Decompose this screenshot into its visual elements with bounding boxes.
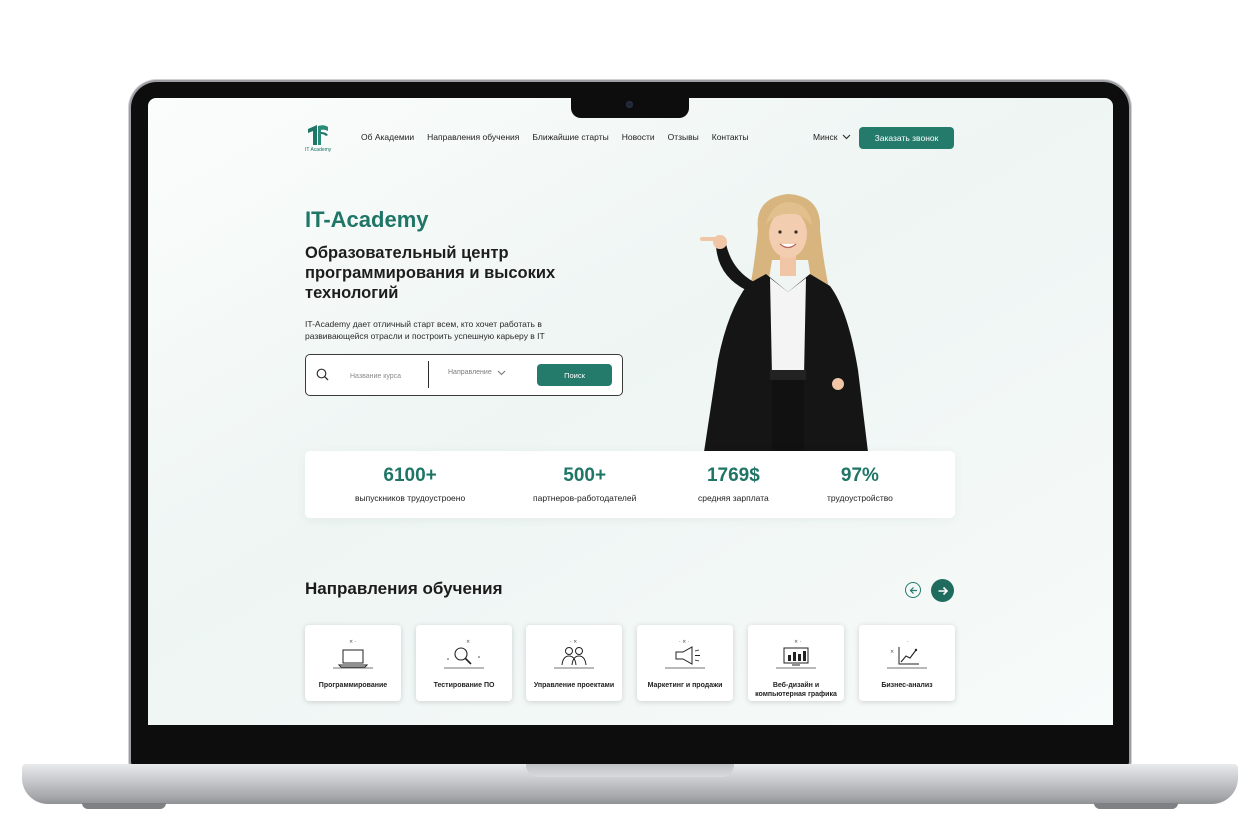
search-icon [316,368,329,381]
nav-item-starts[interactable]: Ближайшие старты [532,132,608,142]
chevron-down-icon [842,134,850,140]
stat-label: средняя зарплата [698,493,769,503]
nav-item-contacts[interactable]: Контакты [712,132,749,142]
hero-title: Образовательный центр программирования и… [305,244,556,302]
nav-item-about[interactable]: Об Академии [361,132,414,142]
svg-text:×: × [890,649,894,655]
stat-value: 500+ [563,465,607,486]
stat-graduates: 6100+ выпускников трудоустроено [355,465,465,503]
svg-text:× ·: × · [794,639,802,645]
direction-card-label: Маркетинг и продажи [647,682,723,689]
city-label: Минск [813,132,838,142]
svg-text:· ×: · × [570,639,577,645]
direction-card-project-management[interactable]: · × Управление проектами [526,625,622,701]
stat-value: 97% [840,465,879,486]
direction-card-label: Управление проектами [533,682,615,689]
svg-text:·: · [907,639,909,645]
laptop-icon: × · [333,639,373,669]
chevron-down-icon [497,370,506,375]
direction-select-label: Направление [448,369,492,376]
megaphone-icon: · × · [665,639,705,669]
laptop-foot-right [1094,803,1178,809]
directions-title: Направления обучения [305,579,503,598]
growth-chart-icon: · × [887,639,927,669]
direction-card-marketing[interactable]: · × · Маркетинг и продажи [637,625,733,701]
stat-label: трудоустройство [827,493,893,503]
nav-item-reviews[interactable]: Отзывы [668,132,699,142]
direction-select[interactable]: Направление [448,369,506,376]
stat-salary: 1769$ средняя зарплата [698,465,769,503]
svg-text:× ·: × · [349,639,357,645]
camera-icon [626,101,633,108]
logo-caption: IT Academy [305,147,332,153]
main-nav: Об Академии Направления обучения Ближайш… [361,132,748,142]
direction-card-programming[interactable]: × · Программирование [305,625,401,701]
team-icon: · × [554,639,594,669]
search-button[interactable]: Поиск [537,364,612,386]
magnifier-icon: × [444,639,484,669]
carousel-prev-button[interactable] [905,582,921,598]
svg-text:· × ·: · × · [679,639,690,645]
course-search-bar: Направление Поиск [305,354,623,396]
stat-value: 6100+ [383,465,437,486]
direction-card-label: Программирование [318,682,388,689]
laptop-base [22,764,1238,804]
monitor-chart-icon: × · [776,639,816,669]
nav-item-directions[interactable]: Направления обучения [427,132,519,142]
logo[interactable]: IT Academy [305,123,331,157]
search-divider [428,361,429,388]
website-screen: IT Academy Об Академии Направления обуче… [148,98,1113,725]
stat-value: 1769$ [706,465,760,486]
nav-item-news[interactable]: Новости [622,132,655,142]
arrow-left-icon [909,586,917,594]
stat-partners: 500+ партнеров-работодателей [533,465,636,503]
city-select[interactable]: Минск [813,132,851,142]
svg-text:×: × [466,639,470,645]
hero-person-image [700,194,868,452]
laptop-base-notch [526,764,734,777]
camera-notch [571,97,689,118]
logo-icon [308,125,328,145]
direction-card-label: Бизнес-анализ [881,682,933,689]
stat-label: партнеров-работодателей [533,493,637,503]
stat-label: выпускников трудоустроено [355,493,466,503]
direction-card-web-design[interactable]: × · Веб-дизайн и компьютерная графика [748,625,844,701]
stat-employment: 97% трудоустройство [827,465,893,503]
direction-card-label: Веб-дизайн и компьютерная графика [755,682,837,698]
direction-card-business-analysis[interactable]: · × Бизнес-анализ [859,625,955,701]
hero-description: IT-Academy дает отличный старт всем, кто… [305,319,545,341]
direction-card-label: Тестирование ПО [433,682,495,689]
hero-brand: IT-Academy [305,207,429,232]
stats-panel: 6100+ выпускников трудоустроено 500+ пар… [305,451,955,518]
order-call-button[interactable]: Заказать звонок [859,127,954,149]
direction-card-testing[interactable]: × Тестирование ПО [416,625,512,701]
arrow-right-icon [938,586,948,595]
laptop-foot-left [82,803,166,809]
carousel-next-button[interactable] [931,579,954,602]
